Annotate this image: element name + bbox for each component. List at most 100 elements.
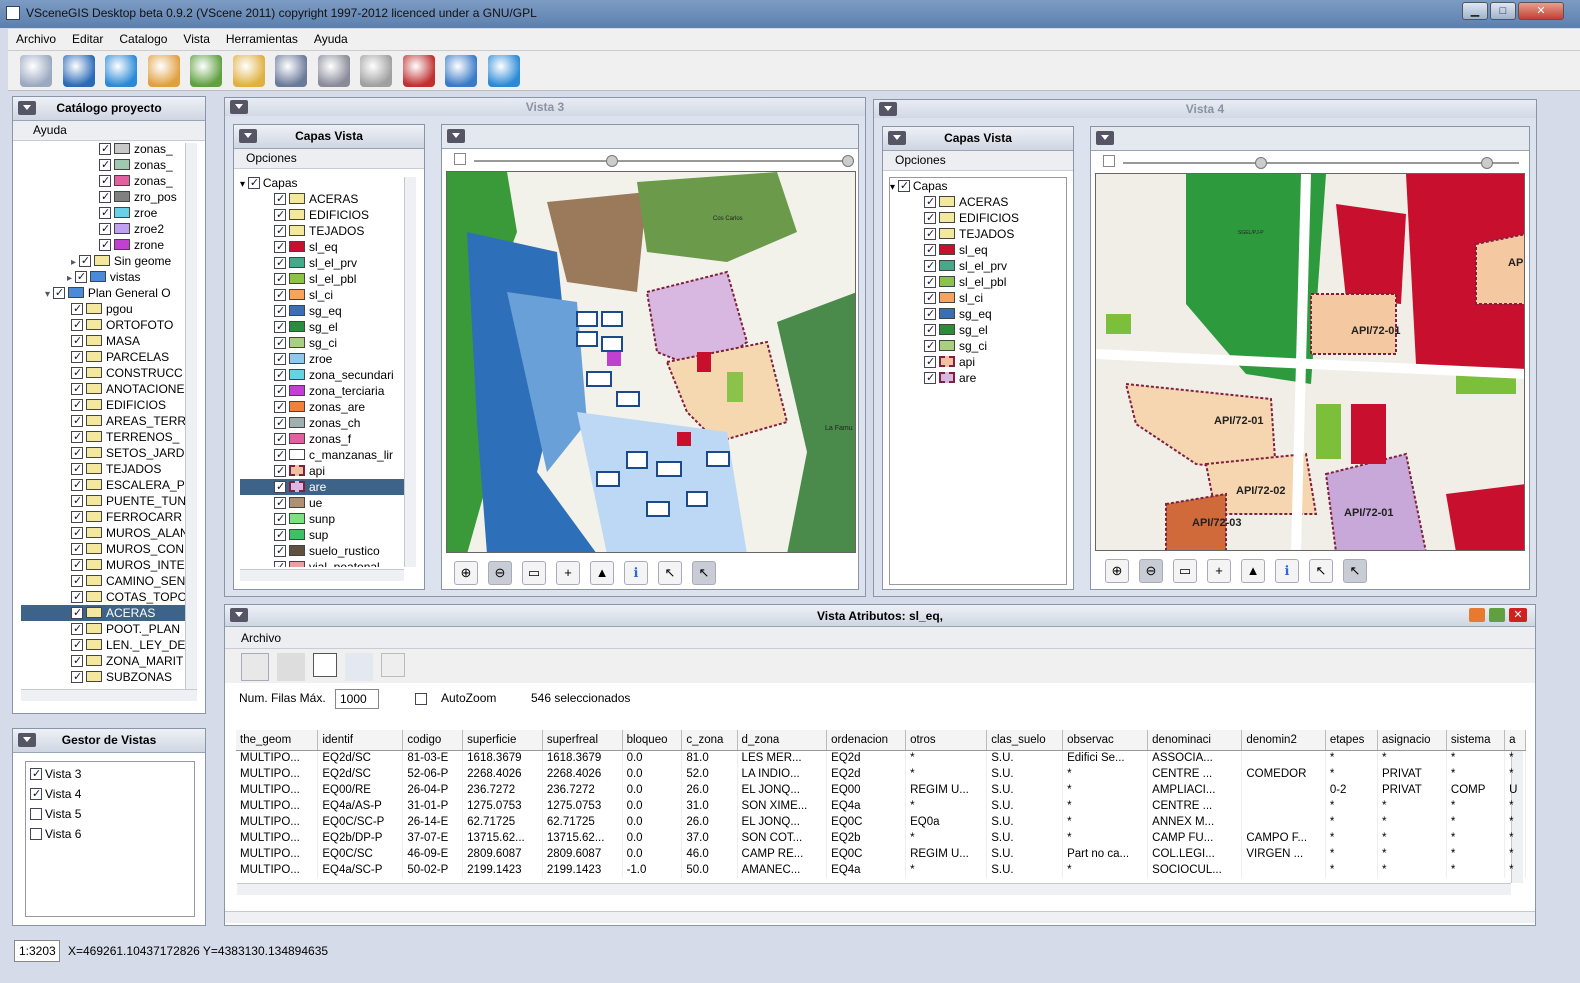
layer-checkbox[interactable] — [274, 511, 286, 527]
layer-checkbox[interactable] — [71, 605, 83, 621]
catalog-item[interactable]: LEN._LEY_DE — [21, 637, 187, 653]
menu-ayuda[interactable]: Ayuda — [306, 29, 356, 46]
layer-item[interactable]: sg_eq — [240, 303, 404, 319]
catalog-item[interactable]: CAMINO_SEN — [21, 573, 187, 589]
layer-item[interactable]: sl_ci — [240, 287, 404, 303]
catalog-item[interactable]: SETOS_JARD — [21, 445, 187, 461]
layer-checkbox[interactable] — [247, 175, 260, 191]
layers-icon[interactable] — [277, 653, 305, 681]
layer-checkbox[interactable] — [71, 301, 83, 317]
layer-checkbox[interactable] — [52, 285, 65, 301]
layers-root[interactable]: ▾ Capas — [240, 175, 404, 191]
open-folder-icon[interactable] — [232, 55, 265, 87]
attributes-table[interactable]: the_geom identif codigo superficie superfrea… — [236, 730, 1526, 878]
menu-archivo[interactable]: Archivo — [8, 29, 64, 46]
scale-field[interactable]: 1:3203 — [14, 940, 60, 962]
collapse-icon[interactable] — [18, 101, 36, 115]
image-icon[interactable]: ▲ — [1241, 559, 1265, 583]
layer-item[interactable]: api — [240, 463, 404, 479]
layer-item[interactable]: zonas_ch — [240, 415, 404, 431]
collapse-icon[interactable] — [888, 131, 906, 145]
layer-checkbox[interactable] — [71, 637, 83, 653]
network-icon[interactable] — [62, 55, 95, 87]
layer-checkbox[interactable] — [924, 354, 936, 370]
table-row[interactable]: MULTIPO... EQ00/RE 26-04-P 236.7272 236.7272… — [236, 782, 1526, 798]
layer-checkbox[interactable] — [99, 157, 111, 173]
column-header[interactable]: c_zona — [681, 730, 738, 751]
layer-checkbox[interactable] — [274, 223, 286, 239]
layer-item[interactable]: sl_eq — [240, 239, 404, 255]
catalog-item[interactable]: MASA — [21, 333, 187, 349]
catalog-item[interactable]: ANOTACIONE — [21, 381, 187, 397]
layer-checkbox[interactable] — [274, 255, 286, 271]
delete-icon[interactable] — [241, 653, 269, 681]
monitor-icon[interactable] — [147, 55, 180, 87]
layer-item[interactable]: ACERAS — [240, 191, 404, 207]
layer-checkbox[interactable] — [99, 173, 111, 189]
layer-item[interactable]: zona_terciaria — [240, 383, 404, 399]
add-icon[interactable]: + — [556, 561, 580, 585]
collapse-icon[interactable] — [447, 129, 465, 143]
layer-checkbox[interactable] — [274, 303, 286, 319]
layer-checkbox[interactable] — [274, 447, 286, 463]
view-checkbox[interactable] — [30, 808, 42, 820]
layer-checkbox[interactable] — [274, 319, 286, 335]
table-row[interactable]: MULTIPO... EQ2d/SC 52-06-P 2268.4026 2268.40… — [236, 766, 1526, 782]
layer-checkbox[interactable] — [924, 274, 936, 290]
connect-icon[interactable] — [20, 55, 52, 87]
attributes-menu[interactable]: Archivo — [225, 627, 1535, 649]
catalog-item[interactable]: zonas_ — [21, 173, 187, 189]
add-icon[interactable]: + — [1207, 559, 1231, 583]
catalog-hscroll[interactable] — [21, 689, 197, 701]
layer-checkbox[interactable] — [99, 189, 111, 205]
table-row[interactable]: MULTIPO... EQ0C/SC-P 26-14-E 62.71725 62.717… — [236, 814, 1526, 830]
catalog-item[interactable]: TERRENOS_ — [21, 429, 187, 445]
layer-item[interactable]: sg_el — [890, 322, 1066, 338]
column-header[interactable]: otros — [905, 730, 988, 751]
globe-icon[interactable] — [105, 55, 137, 87]
collapse-icon[interactable] — [239, 129, 257, 143]
column-header[interactable]: a — [1504, 730, 1526, 751]
catalog-item[interactable]: ORTOFOTO — [21, 317, 187, 333]
attributes-hscroll[interactable] — [237, 883, 1511, 895]
collapse-icon[interactable] — [230, 608, 248, 622]
max-rows-input[interactable] — [335, 689, 379, 709]
column-header[interactable]: codigo — [402, 730, 464, 751]
layer-item[interactable]: sg_el — [240, 319, 404, 335]
vista4-layer-tree[interactable]: ▾ CapasACERASEDIFICIOSTEJADOSsl_eqsl_el_… — [889, 177, 1067, 585]
attributes-outer-hscroll[interactable] — [225, 911, 1535, 923]
layer-checkbox[interactable] — [924, 338, 936, 354]
column-header[interactable]: d_zona — [737, 730, 828, 751]
layer-checkbox[interactable] — [274, 495, 286, 511]
layer-item[interactable]: sg_eq — [890, 306, 1066, 322]
catalog-item[interactable]: zroe — [21, 205, 187, 221]
layer-item[interactable]: c_manzanas_lir — [240, 447, 404, 463]
layer-checkbox[interactable] — [71, 397, 83, 413]
blank-icon[interactable] — [313, 653, 337, 677]
layer-checkbox[interactable] — [71, 493, 83, 509]
layer-checkbox[interactable] — [924, 370, 936, 386]
view-item[interactable]: Vista 3 — [30, 766, 190, 786]
layer-checkbox[interactable] — [274, 207, 286, 223]
close-button[interactable]: ✕ — [1518, 2, 1564, 20]
layer-item[interactable]: zroe — [240, 351, 404, 367]
catalog-item[interactable]: zro_pos — [21, 189, 187, 205]
minimize-button[interactable]: ▁ — [1462, 2, 1488, 20]
column-header[interactable]: denominaci — [1147, 730, 1243, 751]
layer-item[interactable]: sl_el_prv — [890, 258, 1066, 274]
layer-checkbox[interactable] — [71, 317, 83, 333]
layer-item[interactable]: sg_ci — [240, 335, 404, 351]
layer-item[interactable]: ACERAS — [890, 194, 1066, 210]
column-header[interactable]: clas_suelo — [986, 730, 1064, 751]
full-extent-icon[interactable]: ▭ — [522, 561, 546, 585]
catalog-item[interactable]: MUROS_CON — [21, 541, 187, 557]
column-header[interactable]: superfreal — [542, 730, 623, 751]
catalog-item[interactable]: AREAS_TERR — [21, 413, 187, 429]
layer-checkbox[interactable] — [924, 210, 936, 226]
layer-checkbox[interactable] — [99, 205, 111, 221]
layer-item[interactable]: sg_ci — [890, 338, 1066, 354]
layer-checkbox[interactable] — [71, 477, 83, 493]
layer-checkbox[interactable] — [924, 322, 936, 338]
image-icon[interactable]: ▲ — [590, 561, 614, 585]
vista3-layers-hscroll[interactable] — [240, 569, 404, 581]
